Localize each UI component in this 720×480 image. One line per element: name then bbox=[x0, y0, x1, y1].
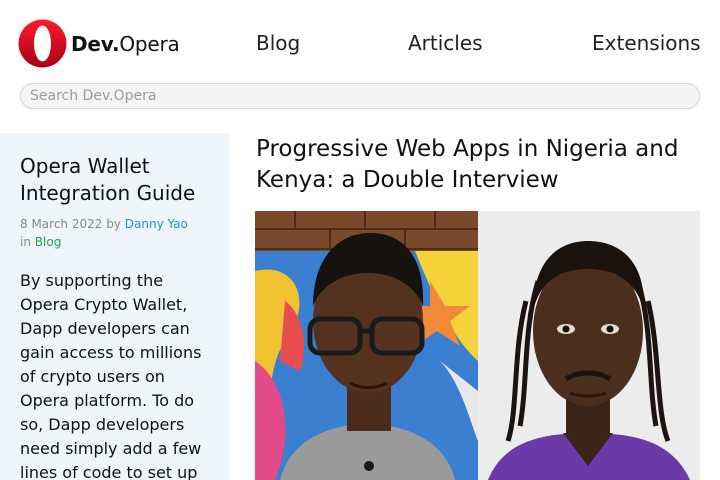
sidebar-featured-post: Opera Wallet Integration Guide 8 March 2… bbox=[0, 133, 229, 480]
in-label: in bbox=[20, 235, 31, 249]
interviewee-photo-left bbox=[255, 211, 478, 480]
opera-logo-icon bbox=[18, 19, 67, 68]
post-date: 8 March 2022 bbox=[20, 217, 103, 231]
author-link[interactable]: Danny Yao bbox=[125, 217, 188, 231]
article-hero-image bbox=[255, 211, 700, 480]
sidebar-post-excerpt: By supporting the Opera Crypto Wallet, D… bbox=[20, 271, 202, 480]
category-link[interactable]: Blog bbox=[35, 235, 62, 249]
article-title[interactable]: Progressive Web Apps in Nigeria and Keny… bbox=[256, 134, 706, 196]
nav-articles-link[interactable]: Articles bbox=[408, 31, 483, 55]
devopera-logo-link[interactable]: Dev.Opera bbox=[18, 19, 180, 68]
sidebar-post-title[interactable]: Opera Wallet Integration Guide bbox=[20, 153, 209, 207]
by-label: by bbox=[106, 217, 121, 231]
search-input[interactable] bbox=[20, 83, 700, 109]
nav-extensions-link[interactable]: Extensions bbox=[592, 31, 701, 55]
sidebar-post-meta: 8 March 2022 by Danny Yao in Blog bbox=[20, 215, 209, 251]
nav-blog-link[interactable]: Blog bbox=[256, 31, 300, 55]
logo-wordmark: Dev.Opera bbox=[71, 31, 180, 56]
interviewee-photo-right bbox=[478, 211, 700, 480]
